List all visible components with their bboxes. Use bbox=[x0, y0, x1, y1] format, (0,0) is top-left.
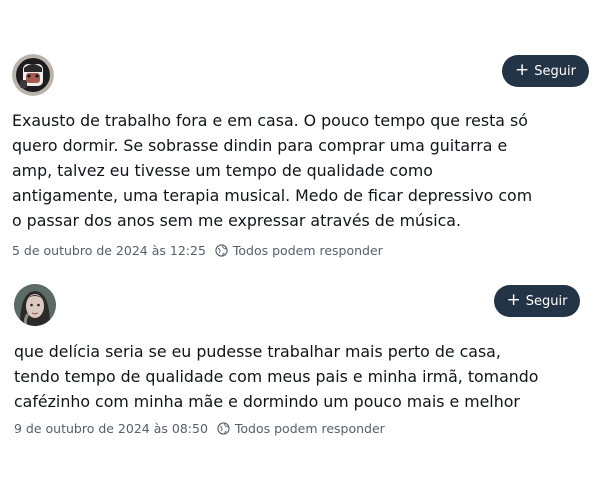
post-text: Exausto de trabalho fora e em casa. O po… bbox=[12, 111, 533, 230]
post-meta: 9 de outubro de 2024 às 08:50 Todos pode… bbox=[14, 421, 385, 436]
post-meta: 5 de outubro de 2024 às 12:25 Todos pode… bbox=[12, 243, 383, 258]
follow-button[interactable]: + Seguir bbox=[494, 285, 580, 317]
post-text: que delícia seria se eu pudesse trabalha… bbox=[14, 342, 539, 411]
reply-setting[interactable]: Todos podem responder bbox=[233, 243, 383, 258]
plus-icon: + bbox=[506, 290, 521, 310]
globe-icon bbox=[215, 244, 228, 257]
avatar[interactable] bbox=[14, 284, 56, 326]
globe-icon bbox=[217, 422, 230, 435]
post-date: 5 de outubro de 2024 às 12:25 bbox=[12, 243, 206, 258]
avatar[interactable] bbox=[12, 54, 54, 96]
reply-setting[interactable]: Todos podem responder bbox=[235, 421, 385, 436]
follow-button-label: Seguir bbox=[525, 293, 568, 309]
post-date: 9 de outubro de 2024 às 08:50 bbox=[14, 421, 208, 436]
plus-icon: + bbox=[515, 60, 530, 80]
follow-button-label: Seguir bbox=[534, 63, 576, 79]
follow-button[interactable]: + Seguir bbox=[502, 55, 589, 87]
